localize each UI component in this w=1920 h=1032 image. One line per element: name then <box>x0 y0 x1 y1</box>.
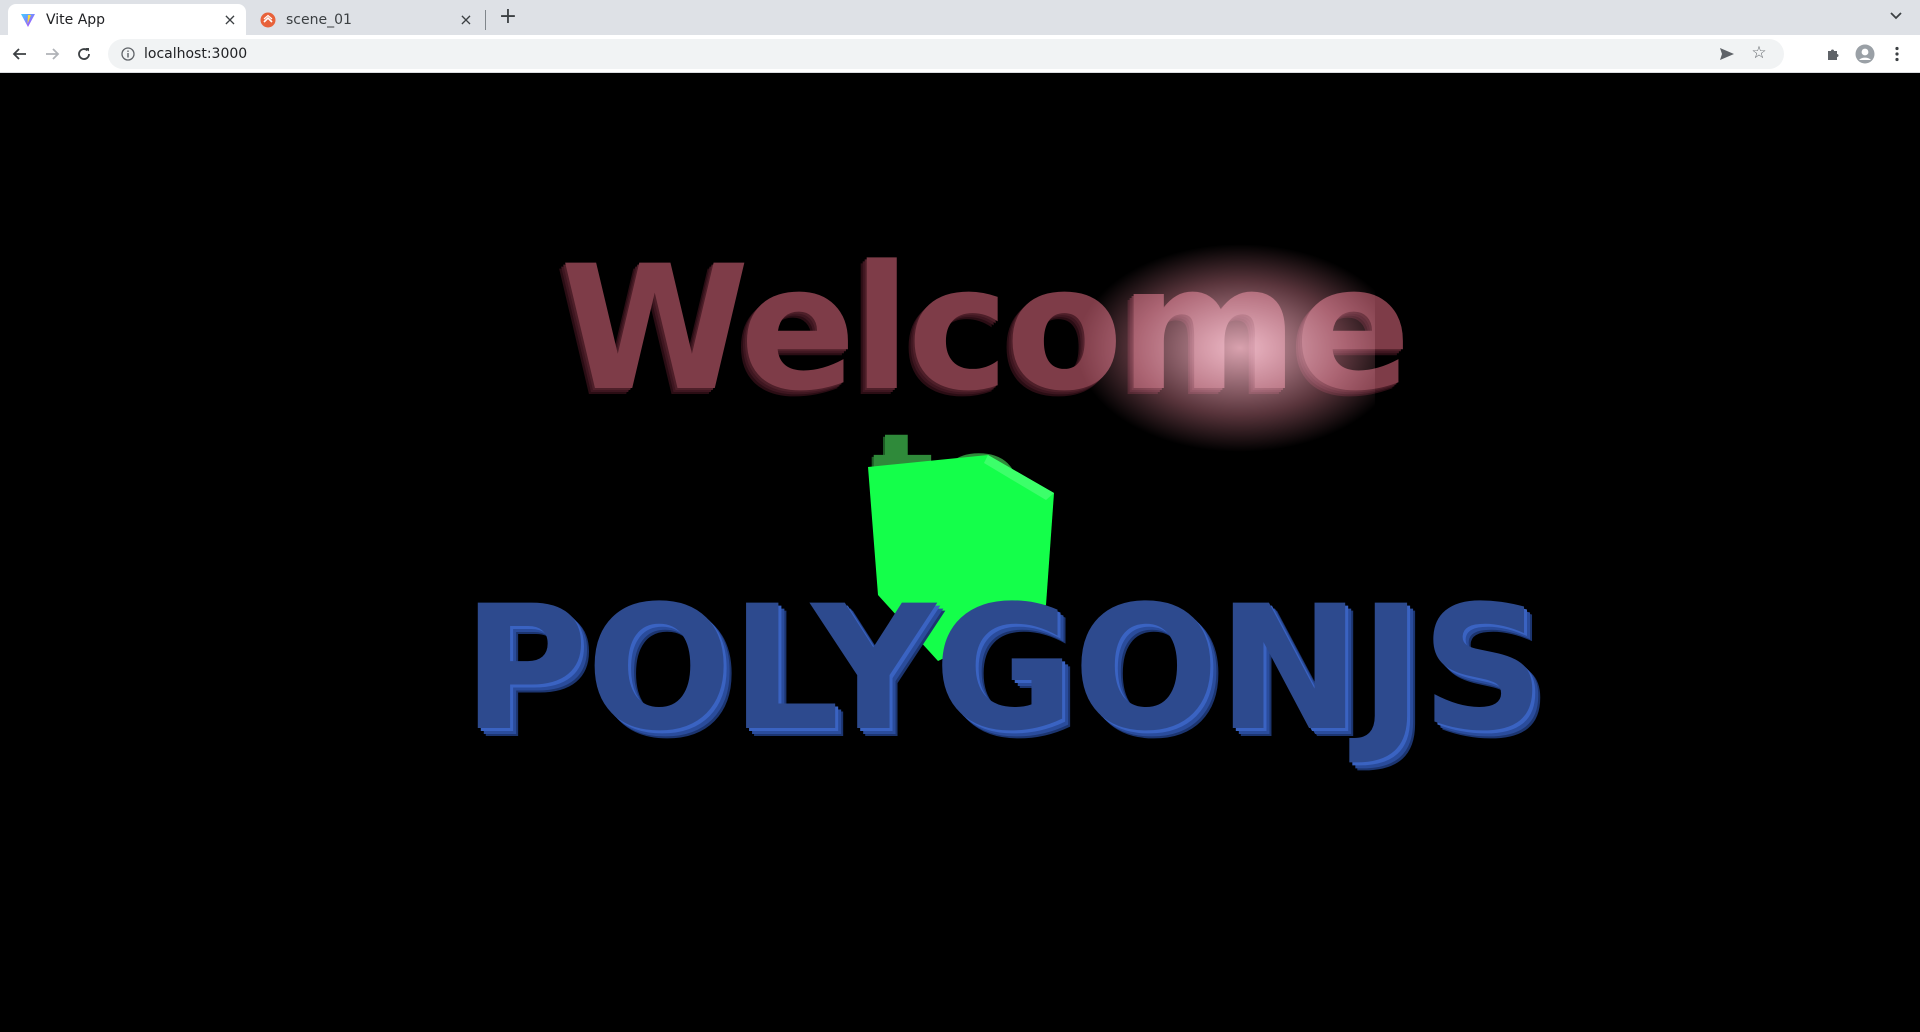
url-text: localhost:3000 <box>144 46 248 62</box>
polygonjs-3d-text: POLYGONJS <box>462 568 1545 769</box>
profile-avatar-icon[interactable] <box>1855 44 1875 64</box>
tab-scene-01[interactable]: scene_01 × <box>248 4 482 35</box>
send-to-devices-icon[interactable] <box>1718 45 1736 63</box>
polygonjs-logo-icon <box>260 12 276 28</box>
tab-title: scene_01 <box>286 11 352 28</box>
forward-arrow-icon[interactable] <box>40 42 64 66</box>
extensions-puzzle-icon[interactable] <box>1823 44 1843 64</box>
tab-title: Vite App <box>46 11 106 28</box>
site-info-icon[interactable] <box>120 46 136 62</box>
welcome-3d-text: Welcome <box>560 228 1411 429</box>
tab-vite-app[interactable]: Vite App × <box>8 4 246 35</box>
reload-icon[interactable] <box>72 42 96 66</box>
browser-toolbar: localhost:3000 ☆ <box>0 35 1920 73</box>
vite-logo-icon <box>20 12 36 28</box>
close-tab-icon[interactable]: × <box>458 11 474 28</box>
browser-menu-kebab-icon[interactable] <box>1887 44 1907 64</box>
tab-divider <box>485 10 486 30</box>
address-bar[interactable]: localhost:3000 ☆ <box>108 39 1784 69</box>
tab-search-chevron-icon[interactable] <box>1886 8 1906 28</box>
scene-viewport[interactable]: Welcome to POLYGONJS <box>0 73 1920 1032</box>
new-tab-plus-icon[interactable]: + <box>496 6 520 30</box>
bookmark-star-icon[interactable]: ☆ <box>1750 44 1768 62</box>
tab-strip: Vite App × scene_01 × + <box>0 0 1920 35</box>
back-arrow-icon[interactable] <box>8 42 32 66</box>
close-tab-icon[interactable]: × <box>222 11 238 28</box>
